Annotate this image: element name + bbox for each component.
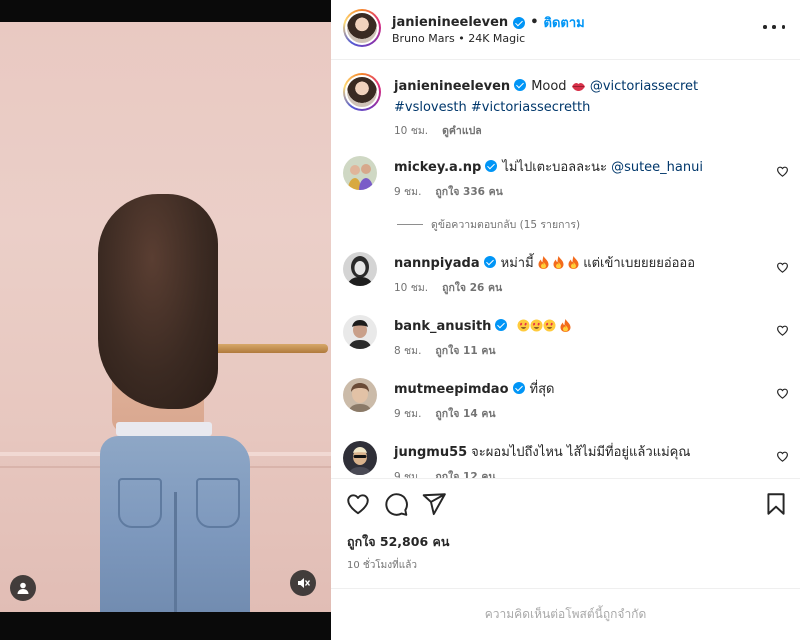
comment-message: ไม่ไปเตะบอลละนะ [502, 160, 607, 175]
comments-limited-notice: ความคิดเห็นต่อโพสต์นี้ถูกจำกัด [331, 588, 800, 640]
author-avatar[interactable] [343, 9, 381, 47]
comment-likes[interactable]: ถูกใจ 12 คน [435, 468, 495, 478]
post-actions: ถูกใจ 52,806 คน 10 ชั่วโมงที่แล้ว [331, 478, 800, 588]
commenter-avatar[interactable] [343, 156, 377, 190]
video-frame[interactable] [0, 22, 331, 612]
comment-username[interactable]: bank_anusith [394, 319, 491, 334]
caption-prefix: Mood [531, 79, 567, 94]
comment-text: nannpiyada หม่ามี้ แต่เข้าเบยยยยอ่อออ [394, 254, 759, 275]
jeans-pocket-left [118, 478, 162, 528]
comment-icon[interactable] [383, 491, 409, 517]
comments-list[interactable]: janienineeleven Mood @victoriassecret #vs… [331, 61, 800, 478]
comment-time[interactable]: 9 ชม. [394, 183, 421, 200]
verified-badge-icon [483, 256, 496, 268]
comment-like-heart-icon[interactable] [776, 165, 789, 178]
bookmark-icon[interactable] [763, 491, 789, 517]
comment-time[interactable]: 9 ชม. [394, 468, 421, 478]
comment-like-heart-icon[interactable] [776, 324, 789, 337]
comment-mention[interactable]: @sutee_hanui [611, 160, 703, 175]
author-row: janienineeleven • ติดตาม [392, 12, 585, 33]
comment-meta: 8 ชม. ถูกใจ 11 คน [394, 342, 496, 359]
comment-meta: 10 ชม. ถูกใจ 26 คน [394, 279, 502, 296]
comment-likes[interactable]: ถูกใจ 26 คน [442, 279, 502, 296]
replies-label[interactable]: ดูข้อความตอบกลับ (15 รายการ) [431, 216, 580, 233]
fire-emoji [538, 256, 549, 275]
lips-emoji [571, 79, 586, 98]
post-header: janienineeleven • ติดตาม Bruno Mars • 24… [331, 0, 800, 60]
author-username[interactable]: janienineeleven [392, 15, 508, 30]
caption-mention[interactable]: @victoriassecret [590, 79, 698, 94]
caption-avatar[interactable] [343, 73, 381, 111]
more-icon[interactable] [763, 20, 785, 34]
caption-time[interactable]: 10 ชม. [394, 122, 428, 139]
comment-like-heart-icon[interactable] [776, 261, 789, 274]
comment-username[interactable]: nannpiyada [394, 256, 480, 271]
heart-eyes-emoji [543, 319, 556, 338]
heart-eyes-emoji [517, 319, 530, 338]
fire-emoji [560, 319, 571, 338]
heart-eyes-emoji [530, 319, 543, 338]
comment-time[interactable]: 9 ชม. [394, 405, 421, 422]
jeans-seam [174, 492, 177, 612]
person-hair [98, 194, 218, 409]
post-time[interactable]: 10 ชั่วโมงที่แล้ว [347, 558, 417, 573]
comment-time[interactable]: 8 ชม. [394, 342, 421, 359]
heart-icon[interactable] [345, 491, 371, 517]
commenter-avatar[interactable] [343, 378, 377, 412]
share-icon[interactable] [421, 491, 447, 517]
comment-like-heart-icon[interactable] [776, 387, 789, 400]
user-tag-icon[interactable] [10, 575, 36, 601]
separator-dot: • [530, 15, 539, 30]
comment-likes[interactable]: ถูกใจ 11 คน [435, 342, 495, 359]
verified-badge-icon [512, 382, 525, 394]
verified-badge-icon [514, 79, 527, 91]
caption-hashtag[interactable]: #victoriassecretth [471, 100, 591, 115]
commenter-avatar[interactable] [343, 315, 377, 349]
comment-text: jungmu55 จะผอมไปถึงไหน ไส้ไม่มีที่อยู่แล้… [394, 443, 759, 462]
commenter-avatar[interactable] [343, 252, 377, 286]
translate-button[interactable]: ดูคำแปล [442, 122, 482, 139]
comment-likes[interactable]: ถูกใจ 14 คน [435, 405, 495, 422]
commenter-avatar[interactable] [343, 441, 377, 475]
comment-text: mickey.a.np ไม่ไปเตะบอลละนะ @sutee_hanui [394, 158, 759, 177]
waistband [116, 422, 212, 436]
post-sidebar: janienineeleven • ติดตาม Bruno Mars • 24… [331, 0, 800, 640]
comment-time[interactable]: 10 ชม. [394, 279, 428, 296]
fire-emoji [568, 256, 579, 275]
comment-message-end: แต่เข้าเบยยยยอ่อออ [583, 256, 696, 271]
caption-username[interactable]: janienineeleven [394, 79, 510, 94]
post-media[interactable] [0, 0, 331, 640]
comment-meta: 9 ชม. ถูกใจ 336 คน [394, 183, 503, 200]
caption-meta: 10 ชม. ดูคำแปล [394, 122, 482, 139]
comment-meta: 9 ชม. ถูกใจ 12 คน [394, 468, 496, 478]
comment-like-heart-icon[interactable] [776, 450, 789, 463]
view-replies-button[interactable]: ดูข้อความตอบกลับ (15 รายการ) [397, 216, 580, 233]
comment-likes[interactable]: ถูกใจ 336 คน [435, 183, 502, 200]
follow-button[interactable]: ติดตาม [544, 12, 585, 33]
comment-text: bank_anusith [394, 317, 759, 338]
audio-label[interactable]: Bruno Mars • 24K Magic [392, 32, 525, 45]
comment-username[interactable]: jungmu55 [394, 445, 467, 460]
verified-badge-icon [485, 160, 498, 172]
caption-hashtag[interactable]: #vslovesth [394, 100, 467, 115]
comment-username[interactable]: mickey.a.np [394, 160, 481, 175]
comment-meta: 9 ชม. ถูกใจ 14 คน [394, 405, 496, 422]
comment-message: จะผอมไปถึงไหน ไส้ไม่มีที่อยู่แล้วแม่คุณ [471, 445, 691, 460]
likes-count[interactable]: ถูกใจ 52,806 คน [347, 532, 449, 552]
comment-text: mutmeepimdao ที่สุด [394, 380, 759, 399]
verified-badge-icon [495, 319, 508, 331]
jeans-pocket-right [196, 478, 240, 528]
muted-audio-icon[interactable] [290, 570, 316, 596]
replies-line [397, 224, 423, 225]
caption-text: janienineeleven Mood @victoriassecret #vs… [394, 77, 759, 117]
comment-message-start: หม่ามี้ [500, 256, 534, 271]
fire-emoji [553, 256, 564, 275]
comment-username[interactable]: mutmeepimdao [394, 382, 509, 397]
verified-badge-icon [513, 16, 526, 29]
comment-message: ที่สุด [529, 382, 555, 397]
